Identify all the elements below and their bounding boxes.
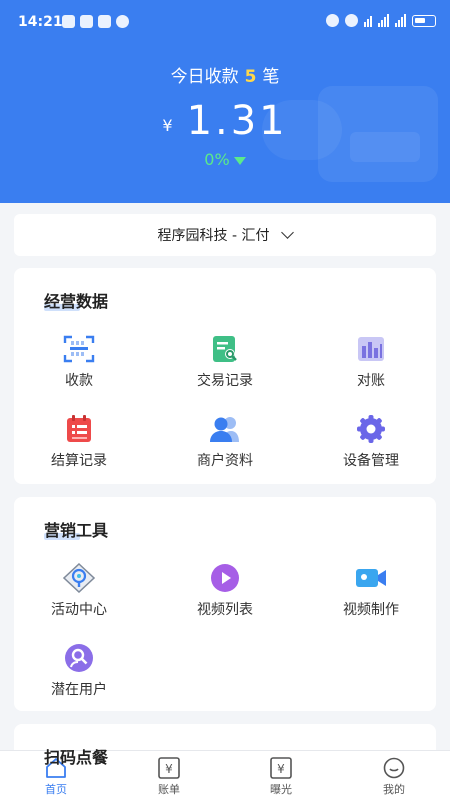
notification-icons	[62, 15, 129, 28]
section-title: 经营数据	[44, 292, 109, 311]
gear-icon	[355, 414, 387, 444]
grid-label: 商户资料	[197, 453, 253, 469]
settlement-records-button[interactable]: 结算记录	[24, 414, 134, 470]
app-notification-icon	[116, 15, 129, 28]
amount-value: 1.31	[186, 98, 288, 144]
tab-label: 我的	[383, 783, 405, 796]
video-camera-icon	[355, 563, 387, 593]
grid-label: 对账	[357, 373, 385, 389]
tab-label: 曝光	[270, 783, 292, 796]
today-summary: 今日收款 5 笔	[0, 62, 450, 87]
video-creation-button[interactable]: 视频制作	[316, 563, 426, 619]
section-title: 扫码点餐	[44, 748, 109, 767]
transaction-records-button[interactable]: 交易记录	[170, 334, 280, 390]
bar-chart-icon	[355, 334, 387, 364]
activity-center-button[interactable]: 活动中心	[24, 562, 134, 619]
grid-label: 设备管理	[343, 453, 399, 469]
grid-label: 视频制作	[343, 602, 399, 618]
grid-label: 潜在用户	[51, 682, 107, 698]
app-notification-icon	[80, 15, 93, 28]
merchant-name: 程序园科技 - 汇付	[157, 228, 270, 244]
today-amount: ¥1.31	[0, 98, 450, 144]
activity-icon	[62, 562, 96, 594]
user-search-icon	[63, 643, 95, 673]
scan-icon	[63, 334, 95, 364]
transaction-search-icon	[209, 334, 241, 364]
bill-icon: ¥	[157, 757, 181, 779]
merchant-profile-button[interactable]: 商户资料	[170, 414, 280, 470]
grid-label: 视频列表	[197, 602, 253, 618]
potential-users-button[interactable]: 潜在用户	[24, 643, 134, 699]
grid-label: 活动中心	[51, 602, 107, 618]
section-title: 营销工具	[44, 521, 109, 540]
status-bar: 14:21	[0, 0, 450, 44]
calendar-list-icon	[63, 414, 95, 444]
tab-profile[interactable]: 我的	[354, 757, 434, 797]
system-icons	[326, 14, 436, 27]
chevron-down-icon	[281, 226, 295, 239]
tab-exposure[interactable]: ¥ 曝光	[241, 757, 321, 797]
tab-bill[interactable]: ¥ 账单	[129, 757, 209, 797]
tab-label: 首页	[45, 783, 67, 796]
users-icon	[209, 414, 241, 444]
today-label: 今日收款	[170, 67, 239, 87]
play-icon	[209, 563, 241, 593]
status-time: 14:21	[18, 14, 63, 30]
location-icon	[345, 14, 358, 27]
arrow-down-icon	[233, 156, 246, 165]
app-notification-icon	[62, 15, 75, 28]
business-data-card: 经营数据 收款 交易记录 对账 结算记录 商户资料 设备管理	[14, 268, 436, 484]
app-notification-icon	[98, 15, 111, 28]
marketing-tools-card: 营销工具 活动中心 视频列表 视频制作 潜在用户	[14, 497, 436, 711]
currency-symbol: ¥	[162, 116, 173, 135]
collect-payment-button[interactable]: 收款	[24, 334, 134, 390]
profile-icon	[382, 757, 406, 779]
exposure-icon: ¥	[269, 757, 293, 779]
tab-label: 账单	[158, 783, 180, 796]
change-value: 0%	[204, 150, 230, 169]
signal-icon	[395, 14, 406, 27]
grid-label: 交易记录	[197, 373, 253, 389]
change-indicator: 0%	[0, 150, 450, 169]
signal-icon	[378, 14, 389, 27]
today-unit: 笔	[262, 67, 280, 87]
wifi-icon	[364, 14, 372, 27]
grid-label: 结算记录	[51, 453, 107, 469]
alarm-icon	[326, 14, 339, 27]
device-management-button[interactable]: 设备管理	[316, 414, 426, 470]
header-banner: 14:21 今日收款 5 笔 ¥1.31 0%	[0, 0, 450, 203]
video-list-button[interactable]: 视频列表	[170, 563, 280, 619]
svg-text:¥: ¥	[277, 762, 285, 776]
merchant-selector[interactable]: 程序园科技 - 汇付	[14, 214, 436, 256]
grid-label: 收款	[65, 373, 93, 389]
today-count: 5	[244, 67, 257, 87]
svg-text:¥: ¥	[165, 762, 173, 776]
battery-icon	[412, 14, 436, 27]
reconciliation-button[interactable]: 对账	[316, 334, 426, 390]
